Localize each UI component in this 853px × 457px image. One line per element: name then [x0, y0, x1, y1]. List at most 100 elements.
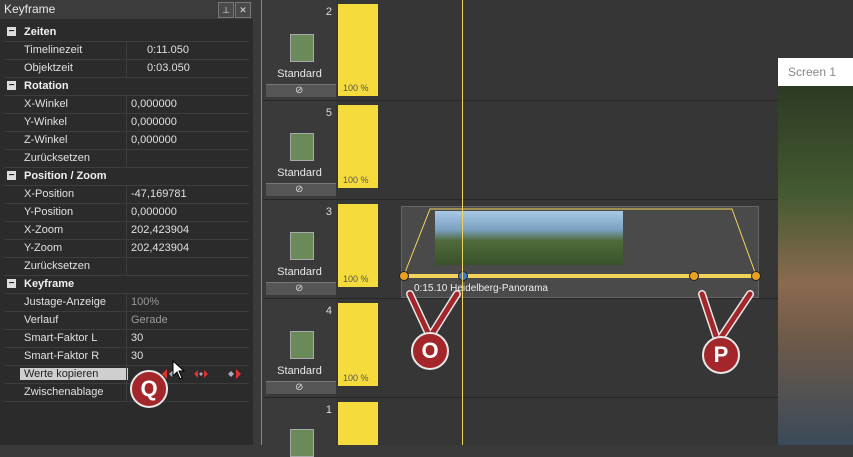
- volume-indicator[interactable]: 100 %: [338, 204, 378, 287]
- volume-indicator[interactable]: 100 %: [338, 105, 378, 188]
- category-label: Position / Zoom: [24, 170, 107, 182]
- mouse-cursor-icon: [172, 360, 186, 380]
- property-row[interactable]: Timelinezeit 0:11.050: [4, 42, 249, 60]
- column-divider: [126, 240, 127, 257]
- keyframe-marker[interactable]: [399, 271, 409, 281]
- track-header[interactable]: 1: [263, 398, 336, 457]
- mute-bar[interactable]: ⊘: [266, 282, 336, 295]
- mute-icon[interactable]: ⊘: [295, 85, 303, 97]
- annotation-badge-o: O: [411, 332, 449, 370]
- property-label: X-Position: [24, 188, 75, 200]
- property-row[interactable]: Smart-Faktor R 30: [4, 348, 249, 366]
- property-row[interactable]: Zurücksetzen: [4, 258, 249, 276]
- column-divider: [126, 384, 127, 401]
- track-header[interactable]: 3 Standard ⊘: [263, 200, 336, 298]
- track-number: 4: [325, 305, 332, 317]
- property-row[interactable]: Verlauf Gerade: [4, 312, 249, 330]
- track-header[interactable]: 2 Standard ⊘: [263, 0, 336, 100]
- property-row[interactable]: Objektzeit 0:03.050: [4, 60, 249, 78]
- collapse-icon[interactable]: −: [7, 81, 16, 91]
- annotation-badge-p: P: [702, 336, 740, 374]
- image-track-icon: [290, 232, 314, 260]
- category-rotation[interactable]: − Rotation: [4, 78, 249, 96]
- category-zeiten[interactable]: − Zeiten: [4, 24, 249, 42]
- copy-right-keyframe-icon[interactable]: [228, 368, 242, 380]
- property-value[interactable]: 0:11.050: [147, 44, 189, 56]
- property-value[interactable]: 0,000000: [131, 98, 177, 110]
- property-label: X-Winkel: [24, 98, 69, 110]
- collapse-icon[interactable]: −: [7, 27, 16, 37]
- property-row[interactable]: Justage-Anzeige 100%: [4, 294, 249, 312]
- property-row[interactable]: X-Zoom 202,423904: [4, 222, 249, 240]
- playhead[interactable]: [462, 0, 463, 445]
- category-keyframe[interactable]: − Keyframe: [4, 276, 249, 294]
- pin-icon[interactable]: ⊥: [218, 2, 234, 18]
- property-label: Justage-Anzeige: [24, 296, 106, 308]
- mute-icon[interactable]: ⊘: [295, 184, 303, 196]
- close-icon[interactable]: ✕: [235, 2, 251, 18]
- property-row[interactable]: Z-Winkel 0,000000: [4, 132, 249, 150]
- property-row[interactable]: Zwischenablage: [4, 384, 249, 402]
- timeline: 2 Standard ⊘ 100 % 5 Standard ⊘ 100 % 3 …: [263, 0, 853, 457]
- keyframe-panel: Keyframe ⊥ ✕ − Zeiten Timelinezeit 0:11.0…: [0, 0, 253, 445]
- property-value[interactable]: 202,423904: [131, 224, 189, 236]
- copy-both-keyframes-icon[interactable]: [194, 368, 208, 380]
- track-header[interactable]: 4 Standard ⊘: [263, 299, 336, 397]
- keyframe-line[interactable]: [404, 274, 756, 278]
- property-value[interactable]: 202,423904: [131, 242, 189, 254]
- collapse-icon[interactable]: −: [7, 171, 16, 181]
- column-divider: [126, 366, 127, 383]
- property-value[interactable]: 30: [131, 350, 143, 362]
- volume-indicator[interactable]: 100 %: [338, 303, 378, 386]
- track-name: Standard: [277, 266, 322, 278]
- property-value[interactable]: 0:03.050: [147, 62, 190, 74]
- property-row[interactable]: Y-Winkel 0,000000: [4, 114, 249, 132]
- property-value[interactable]: 0,000000: [131, 134, 177, 146]
- reset-position-button[interactable]: Zurücksetzen: [24, 260, 90, 272]
- volume-indicator[interactable]: 100 %: [338, 4, 378, 96]
- property-row[interactable]: Zurücksetzen: [4, 150, 249, 168]
- property-value[interactable]: -47,169781: [131, 188, 187, 200]
- preview-screen: Screen 1: [778, 58, 853, 445]
- collapse-icon[interactable]: −: [7, 279, 16, 289]
- category-label: Zeiten: [24, 26, 57, 38]
- panel-title: Keyframe: [4, 2, 56, 16]
- keyframe-marker-selected[interactable]: [458, 271, 468, 281]
- volume-indicator[interactable]: [338, 402, 378, 445]
- mute-icon[interactable]: ⊘: [295, 382, 303, 394]
- mute-bar[interactable]: ⊘: [266, 183, 336, 196]
- track-header[interactable]: 5 Standard ⊘: [263, 101, 336, 199]
- property-value[interactable]: 0,000000: [131, 116, 177, 128]
- property-value[interactable]: Gerade: [131, 314, 168, 326]
- keyframe-marker[interactable]: [689, 271, 699, 281]
- property-value[interactable]: 100%: [131, 296, 159, 308]
- image-track-icon: [290, 133, 314, 161]
- property-label: Smart-Faktor L: [24, 332, 98, 344]
- column-divider: [126, 42, 127, 59]
- property-grid: − Zeiten Timelinezeit 0:11.050 Objektzeit…: [4, 24, 249, 402]
- volume-label: 100 %: [343, 373, 369, 383]
- property-label: X-Zoom: [24, 224, 64, 236]
- property-row[interactable]: Smart-Faktor L 30: [4, 330, 249, 348]
- volume-label: 100 %: [343, 83, 369, 93]
- splitter-line: [261, 0, 262, 445]
- keyframe-marker[interactable]: [751, 271, 761, 281]
- track-number: 2: [325, 6, 332, 18]
- property-row[interactable]: Y-Position 0,000000: [4, 204, 249, 222]
- mute-icon[interactable]: ⊘: [295, 283, 303, 295]
- column-divider: [126, 60, 127, 77]
- property-row-selected[interactable]: Werte kopieren: [4, 366, 249, 384]
- property-value[interactable]: 0,000000: [131, 206, 177, 218]
- category-position-zoom[interactable]: − Position / Zoom: [4, 168, 249, 186]
- category-label: Keyframe: [24, 278, 75, 290]
- property-row[interactable]: X-Winkel 0,000000: [4, 96, 249, 114]
- property-value[interactable]: 30: [131, 332, 143, 344]
- property-row[interactable]: Y-Zoom 202,423904: [4, 240, 249, 258]
- mute-bar[interactable]: ⊘: [266, 381, 336, 394]
- mute-bar[interactable]: ⊘: [266, 84, 336, 97]
- property-row[interactable]: X-Position -47,169781: [4, 186, 249, 204]
- column-divider: [126, 330, 127, 347]
- column-divider: [126, 132, 127, 149]
- preview-image: [778, 86, 853, 445]
- reset-rotation-button[interactable]: Zurücksetzen: [24, 152, 90, 164]
